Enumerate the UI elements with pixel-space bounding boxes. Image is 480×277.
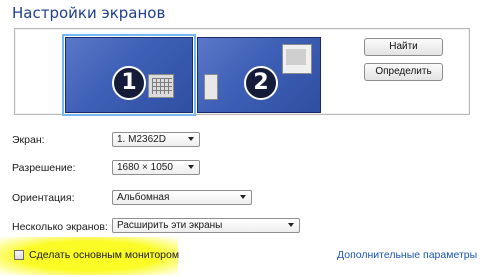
detect-button[interactable]: Найти bbox=[364, 38, 443, 56]
desktop-window-icon bbox=[148, 74, 174, 98]
multiple-displays-label: Несколько экранов: bbox=[12, 221, 108, 233]
grid-icon bbox=[152, 78, 172, 94]
resolution-select[interactable]: 1680 × 1050 bbox=[112, 160, 200, 175]
screen-select[interactable]: 1. M2362D bbox=[112, 132, 200, 147]
resolution-select-value: 1680 × 1050 bbox=[117, 162, 173, 173]
resolution-label: Разрешение: bbox=[12, 162, 76, 174]
make-primary-label[interactable]: Сделать основным монитором bbox=[29, 249, 179, 261]
chevron-down-icon bbox=[288, 223, 294, 227]
orientation-select[interactable]: Альбомная bbox=[112, 190, 252, 205]
multiple-displays-select[interactable]: Расширить эти экраны bbox=[112, 218, 300, 233]
taskbar-window-icon bbox=[204, 74, 218, 100]
window-thumbnail-icon bbox=[282, 44, 312, 74]
orientation-label: Ориентация: bbox=[12, 192, 75, 204]
chevron-down-icon bbox=[188, 137, 194, 141]
make-primary-checkbox[interactable] bbox=[14, 250, 24, 260]
monitor-number-badge: 1 bbox=[112, 66, 146, 100]
screen-select-value: 1. M2362D bbox=[117, 134, 166, 145]
advanced-settings-link[interactable]: Дополнительные параметры bbox=[337, 249, 477, 261]
chevron-down-icon bbox=[188, 165, 194, 169]
monitor-1[interactable]: 1 bbox=[62, 34, 196, 116]
orientation-select-value: Альбомная bbox=[117, 192, 170, 203]
monitor-number-badge: 2 bbox=[244, 66, 278, 100]
screen-label: Экран: bbox=[12, 134, 45, 146]
window-title: Настройки экранов bbox=[12, 4, 166, 22]
monitor-2[interactable]: 2 bbox=[197, 37, 321, 113]
identify-button[interactable]: Определить bbox=[364, 63, 443, 81]
multiple-displays-select-value: Расширить эти экраны bbox=[117, 220, 223, 231]
chevron-down-icon bbox=[240, 195, 246, 199]
